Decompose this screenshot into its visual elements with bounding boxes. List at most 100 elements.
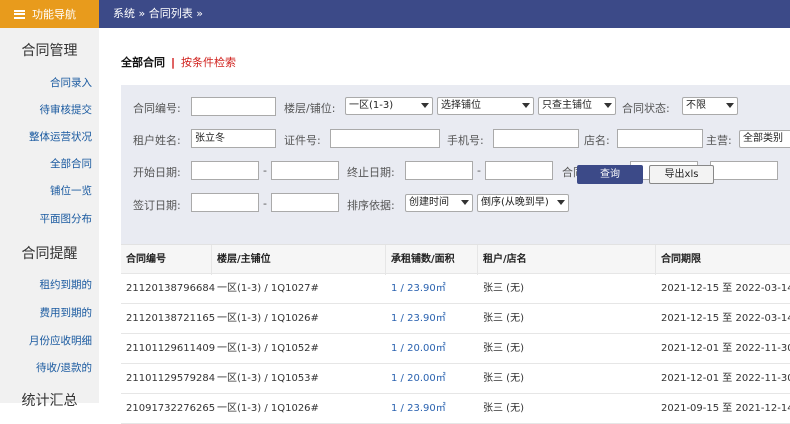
phone-label: 手机号:	[447, 134, 484, 147]
tenant-cell: 张三 (无)	[483, 403, 524, 414]
contract-no-cell: 21091732276265	[126, 403, 216, 414]
contract-no-label: 合同编号:	[133, 102, 181, 115]
business-label: 主营:	[706, 134, 732, 147]
header-contract-no: 合同编号	[121, 245, 212, 275]
floor-select[interactable]: 一区(1-3)	[345, 97, 433, 115]
table-row[interactable]: 21091732276265 一区(1-3) / 1Q1026# 1 / 23.…	[121, 394, 790, 424]
sidebar-section-title: 统计汇总	[21, 393, 78, 409]
header-tenant-shop: 租户/店名	[478, 245, 656, 275]
contract-no-input[interactable]	[191, 97, 276, 116]
sidebar-section-title: 合同管理	[21, 43, 78, 59]
shop-area-link[interactable]: 1 / 20.00㎡	[386, 364, 478, 394]
query-button[interactable]: 查询	[577, 165, 643, 184]
contract-no-cell: 21101129611409	[126, 343, 216, 354]
shop-name-label: 店名:	[584, 134, 610, 147]
main-shop-select[interactable]: 只查主铺位	[538, 97, 616, 115]
tenant-cell: 张三 (无)	[483, 283, 524, 294]
cover-period-to-input[interactable]	[710, 161, 778, 180]
sort-order-select[interactable]: 倒序(从晚到早)	[477, 194, 569, 212]
sidebar-section-title: 合同提醒	[21, 246, 78, 262]
tenant-cell: 张三 (无)	[483, 313, 524, 324]
range-dash: -	[263, 197, 267, 210]
table-row[interactable]: 21120138721165 一区(1-3) / 1Q1026# 1 / 23.…	[121, 304, 790, 334]
sidebar-item-operation-status[interactable]: 整体运营状况	[29, 129, 92, 144]
shop-area-link[interactable]: 1 / 20.00㎡	[386, 334, 478, 364]
period-cell: 2021-12-01 至 2022-11-30	[661, 373, 790, 384]
sidebar-item-pending-review[interactable]: 待审核提交	[40, 102, 93, 117]
view-tabs: 全部合同 | 按条件检索	[121, 54, 236, 70]
shop-select-value: 选择铺位	[441, 100, 481, 111]
end-date-to-input[interactable]	[485, 161, 553, 180]
start-date-to-input[interactable]	[271, 161, 339, 180]
sidebar-item-monthly-receivable[interactable]: 月份应收明细	[29, 333, 92, 348]
menu-icon	[14, 9, 25, 19]
floor-shop-cell: 一区(1-3) / 1Q1053#	[217, 373, 319, 384]
range-dash: -	[263, 164, 267, 177]
sort-label: 排序依据:	[347, 199, 395, 212]
id-number-label: 证件号:	[284, 134, 321, 147]
floor-shop-cell: 一区(1-3) / 1Q1027#	[217, 283, 319, 294]
period-cell: 2021-12-15 至 2022-03-14	[661, 313, 790, 324]
period-cell: 2021-12-15 至 2022-03-14	[661, 283, 790, 294]
sign-date-from-input[interactable]	[191, 193, 259, 212]
business-select-value: 全部类别	[743, 133, 783, 144]
sidebar-item-contract-entry[interactable]: 合同录入	[50, 75, 92, 90]
breadcrumb: 系统 » 合同列表 »	[113, 7, 203, 20]
contract-no-cell: 21120138796684	[126, 283, 216, 294]
period-cell: 2021-09-15 至 2021-12-14	[661, 403, 790, 414]
tab-search-by-condition[interactable]: 按条件检索	[181, 56, 236, 69]
sign-date-to-input[interactable]	[271, 193, 339, 212]
sign-date-label: 签订日期:	[133, 199, 181, 212]
tenant-name-input[interactable]: 张立冬	[191, 129, 276, 148]
floor-shop-cell: 一区(1-3) / 1Q1026#	[217, 403, 319, 414]
shop-area-link[interactable]: 1 / 23.90㎡	[386, 304, 478, 334]
start-date-label: 开始日期:	[133, 166, 181, 179]
sidebar-item-all-contracts[interactable]: 全部合同	[50, 156, 92, 171]
sidebar-item-fee-expiring[interactable]: 费用到期的	[40, 305, 93, 320]
business-select[interactable]: 全部类别	[739, 130, 790, 148]
range-dash: -	[477, 164, 481, 177]
tenant-cell: 张三 (无)	[483, 343, 524, 354]
shop-select[interactable]: 选择铺位	[437, 97, 534, 115]
export-xls-button[interactable]: 导出xls	[649, 165, 714, 184]
table-row[interactable]: 21120138796684 一区(1-3) / 1Q1027# 1 / 23.…	[121, 274, 790, 304]
tab-all-contracts[interactable]: 全部合同	[121, 56, 165, 69]
shop-area-link[interactable]: 1 / 23.90㎡	[386, 394, 478, 424]
sidebar-item-lease-expiring[interactable]: 租约到期的	[40, 277, 93, 292]
main-content: 全部合同 | 按条件检索 合同编号: 楼层/铺位: 一区(1-3) 选择铺位 只查主…	[99, 28, 790, 424]
sidebar-item-shop-overview[interactable]: 铺位一览	[50, 183, 92, 198]
floor-label: 楼层/铺位:	[284, 102, 336, 115]
status-label: 合同状态:	[622, 102, 670, 115]
start-date-from-input[interactable]	[191, 161, 259, 180]
header-floor-shop: 楼层/主铺位	[212, 245, 386, 275]
floor-select-value: 一区(1-3)	[349, 100, 394, 111]
end-date-from-input[interactable]	[405, 161, 473, 180]
sort-order-select-value: 倒序(从晚到早)	[481, 197, 549, 208]
sort-field-select[interactable]: 创建时间	[405, 194, 473, 212]
status-select[interactable]: 不限	[682, 97, 738, 115]
table-row[interactable]: 21101129611409 一区(1-3) / 1Q1052# 1 / 20.…	[121, 334, 790, 364]
header-contract-period: 合同期限	[656, 245, 790, 275]
shop-area-link[interactable]: 1 / 23.90㎡	[386, 274, 478, 304]
id-number-input[interactable]	[330, 129, 440, 148]
period-cell: 2021-12-01 至 2022-11-30	[661, 343, 790, 354]
sidebar-item-pending-refund[interactable]: 待收/退款的	[36, 360, 92, 375]
main-shop-select-value: 只查主铺位	[542, 100, 592, 111]
contract-no-cell: 21120138721165	[126, 313, 216, 324]
end-date-label: 终止日期:	[347, 166, 395, 179]
contract-no-cell: 21101129579284	[126, 373, 216, 384]
floor-shop-cell: 一区(1-3) / 1Q1052#	[217, 343, 319, 354]
tenant-cell: 张三 (无)	[483, 373, 524, 384]
shop-name-input[interactable]	[617, 129, 703, 148]
nav-menu-button[interactable]: 功能导航	[0, 0, 99, 28]
tab-separator: |	[171, 56, 176, 69]
table-row[interactable]: 21101129579284 一区(1-3) / 1Q1053# 1 / 20.…	[121, 364, 790, 394]
sort-field-select-value: 创建时间	[409, 197, 449, 208]
table-header-row: 合同编号 楼层/主铺位 承租铺数/面积 租户/店名 合同期限	[121, 244, 790, 275]
header-shop-count-area: 承租铺数/面积	[386, 245, 478, 275]
top-bar: 功能导航 系统 » 合同列表 »	[0, 0, 790, 28]
phone-input[interactable]	[493, 129, 579, 148]
sidebar-item-floor-plan[interactable]: 平面图分布	[40, 211, 93, 226]
nav-menu-label: 功能导航	[32, 8, 76, 21]
status-select-value: 不限	[686, 100, 706, 111]
